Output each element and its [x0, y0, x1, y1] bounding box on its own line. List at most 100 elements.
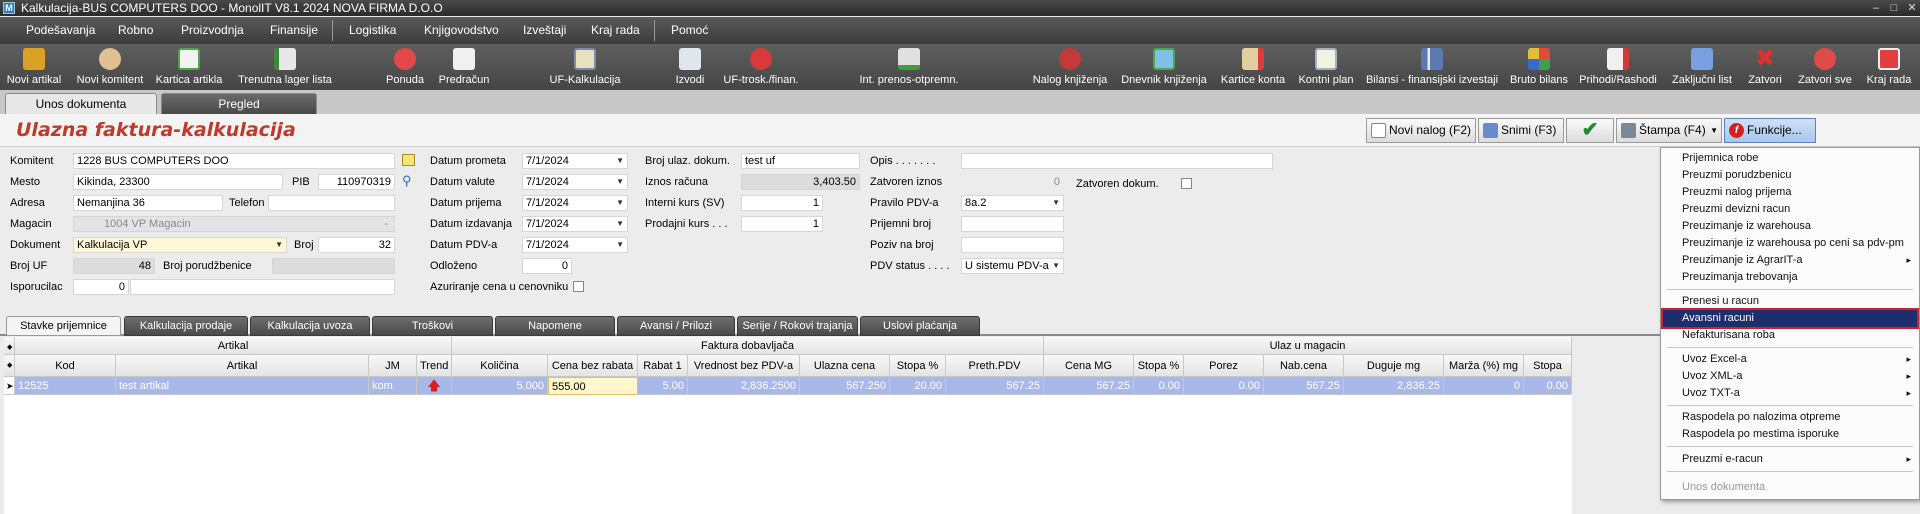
datum-prijema-field[interactable]: 7/1/2024 ▼	[522, 195, 628, 211]
col-nab-cena[interactable]: Nab.cena	[1264, 355, 1344, 377]
col-artikal[interactable]: Artikal	[116, 355, 369, 377]
menu-item-preuzmi-e-racun[interactable]: Preuzmi e-racun ▸	[1663, 451, 1917, 468]
odlozeno-field[interactable]: 0	[522, 258, 572, 274]
menu-item-preuzmi-nalog-prijema[interactable]: Preuzmi nalog prijema	[1663, 184, 1917, 201]
cell-cena-mg[interactable]: 567.25	[1044, 377, 1134, 395]
stampa-button[interactable]: Štampa (F4) ▼	[1616, 118, 1722, 143]
zatvori-sve-button[interactable]: Zatvori sve	[1792, 44, 1858, 90]
col-jm[interactable]: JM	[369, 355, 417, 377]
poziv-na-broj-field[interactable]	[961, 237, 1064, 253]
tab-stavke-prijemnice[interactable]: Stavke prijemnice	[6, 316, 121, 336]
menu-robno[interactable]: Robno	[118, 17, 153, 44]
menu-logistika[interactable]: Logistika	[349, 17, 396, 44]
note-icon[interactable]	[402, 154, 415, 166]
cell-vrednost[interactable]: 2,836.2500	[688, 377, 800, 395]
adresa-field[interactable]: Nemanjina 36	[73, 195, 223, 211]
cell-jm[interactable]: kom	[369, 377, 417, 395]
nalog-knjizenja-button[interactable]: Nalog knjiženja	[1030, 44, 1110, 90]
close-icon[interactable]: ✕	[1904, 1, 1920, 15]
cell-porez[interactable]: 0.00	[1184, 377, 1264, 395]
pib-field[interactable]: 110970319	[318, 174, 395, 190]
pdv-status-select[interactable]: U sistemu PDV-a ▼	[961, 258, 1064, 274]
col-marza[interactable]: Marža (%) mg	[1444, 355, 1524, 377]
prodajni-kurs-field[interactable]: 1	[741, 216, 823, 232]
komitent-field[interactable]: 1228 BUS COMPUTERS DOO	[73, 153, 395, 169]
tab-kalkulacija-prodaje[interactable]: Kalkulacija prodaje	[124, 316, 248, 336]
menu-proizvodnja[interactable]: Proizvodnja	[181, 17, 244, 44]
ponuda-button[interactable]: Ponuda	[380, 44, 430, 90]
interni-kurs-field[interactable]: 1	[741, 195, 823, 211]
tab-serije-rokovi[interactable]: Serije / Rokovi trajanja	[737, 316, 858, 336]
menu-item-uvoz-excel[interactable]: Uvoz Excel-a ▸	[1663, 351, 1917, 368]
cell-kolicina[interactable]: 5.000	[452, 377, 548, 395]
col-cena-mg[interactable]: Cena MG	[1044, 355, 1134, 377]
cell-marza[interactable]: 0	[1444, 377, 1524, 395]
prijemni-broj-field[interactable]	[961, 216, 1064, 232]
isporucilac-name-field[interactable]	[130, 279, 395, 295]
bruto-bilans-button[interactable]: Bruto bilans	[1508, 44, 1570, 90]
col-porez[interactable]: Porez	[1184, 355, 1264, 377]
cell-stopa[interactable]: 20.00	[890, 377, 946, 395]
kontni-plan-button[interactable]: Kontni plan	[1294, 44, 1358, 90]
tab-uslovi-placanja[interactable]: Uslovi plaćanja	[860, 316, 980, 336]
menu-item-preuzmi-porudzbenicu[interactable]: Preuzmi porudzbenicu	[1663, 167, 1917, 184]
menu-pomoc[interactable]: Pomoć	[671, 17, 708, 44]
zatvoren-dokum-checkbox[interactable]	[1181, 178, 1192, 189]
col-preth-pdv[interactable]: Preth.PDV	[946, 355, 1044, 377]
telefon-field[interactable]	[268, 195, 395, 211]
menu-item-preuzimanja-trebovanja[interactable]: Preuzimanja trebovanja	[1663, 269, 1917, 286]
tab-pregled[interactable]: Pregled	[161, 93, 317, 114]
cell-duguje-mg[interactable]: 2,836.25	[1344, 377, 1444, 395]
dokument-select[interactable]: Kalkulacija VP ▼	[73, 237, 287, 253]
pravilo-pdv-select[interactable]: 8a.2 ▼	[961, 195, 1064, 211]
prihodi-rashodi-button[interactable]: Prihodi/Rashodi	[1576, 44, 1660, 90]
col-duguje-mg[interactable]: Duguje mg	[1344, 355, 1444, 377]
menu-item-uvoz-xml[interactable]: Uvoz XML-a ▸	[1663, 368, 1917, 385]
zakljucni-list-button[interactable]: Zaključni list	[1664, 44, 1740, 90]
col-stopa[interactable]: Stopa %	[890, 355, 946, 377]
cell-ulazna-cena[interactable]: 567.250	[800, 377, 890, 395]
maximize-icon[interactable]: □	[1886, 1, 1902, 15]
menu-item-raspodela-isporuke[interactable]: Raspodela po mestima isporuke	[1663, 426, 1917, 443]
col-vrednost[interactable]: Vrednost bez PDV-a	[688, 355, 800, 377]
menu-izvestaji[interactable]: Izveštaji	[523, 17, 566, 44]
lager-lista-button[interactable]: Trenutna lager lista	[236, 44, 334, 90]
broj-ulaz-field[interactable]: test uf	[741, 153, 860, 169]
menu-item-nefakturisana-roba[interactable]: Nefakturisana roba	[1663, 327, 1917, 344]
int-prenos-button[interactable]: Int. prenos-otpremn.	[856, 44, 962, 90]
menu-item-prenesi-u-racun[interactable]: Prenesi u racun	[1663, 293, 1917, 310]
search-icon[interactable]: ⚲	[402, 174, 415, 188]
uf-trosk-button[interactable]: UF-trosk./finan.	[718, 44, 804, 90]
menu-knjigovodstvo[interactable]: Knjigovodstvo	[424, 17, 499, 44]
tab-avansi-prilozi[interactable]: Avansi / Prilozi	[617, 316, 735, 336]
snimi-button[interactable]: Snimi (F3)	[1478, 118, 1564, 143]
azuriranje-checkbox[interactable]	[573, 281, 584, 292]
iznos-racuna-field[interactable]: 3,403.50	[741, 174, 860, 190]
menu-item-uvoz-txt[interactable]: Uvoz TXT-a ▸	[1663, 385, 1917, 402]
datum-pdv-field[interactable]: 7/1/2024 ▼	[522, 237, 628, 253]
uf-kalkulacija-button[interactable]: UF-Kalkulacija	[546, 44, 624, 90]
cell-stopa-mg[interactable]: 0.00	[1134, 377, 1184, 395]
magacin-field[interactable]: 1004 VP Magacin -	[73, 216, 395, 232]
cell-kod[interactable]: 12525	[15, 377, 116, 395]
novi-komitent-button[interactable]: Novi komitent	[72, 44, 148, 90]
col-cena-bez-rabata[interactable]: Cena bez rabata	[548, 355, 638, 377]
menu-item-preuzimanje-agrarit[interactable]: Preuzimanje iz AgrarIT-a ▸	[1663, 252, 1917, 269]
col-kolicina[interactable]: Količina	[452, 355, 548, 377]
kraj-rada-button[interactable]: Kraj rada	[1862, 44, 1916, 90]
broj-field[interactable]: 32	[318, 237, 395, 253]
predracun-button[interactable]: Predračun	[436, 44, 492, 90]
opis-field[interactable]	[961, 153, 1273, 169]
col-stopa-2[interactable]: Stopa	[1524, 355, 1572, 377]
minimize-icon[interactable]: –	[1868, 1, 1884, 15]
izvodi-button[interactable]: Izvodi	[668, 44, 712, 90]
novi-nalog-button[interactable]: Novi nalog (F2)	[1366, 118, 1476, 143]
menu-item-avansni-racuni[interactable]: Avansni racuni	[1661, 308, 1919, 329]
funkcije-button[interactable]: f Funkcije...	[1724, 118, 1816, 143]
cell-preth-pdv[interactable]: 567.25	[946, 377, 1044, 395]
menu-kraj-rada[interactable]: Kraj rada	[591, 17, 640, 44]
cell-artikal[interactable]: test artikal	[116, 377, 369, 395]
novi-artikal-button[interactable]: Novi artikal	[2, 44, 66, 90]
cell-cena-bez-rabata[interactable]: 555.00	[548, 377, 638, 395]
cell-nab-cena[interactable]: 567.25	[1264, 377, 1344, 395]
